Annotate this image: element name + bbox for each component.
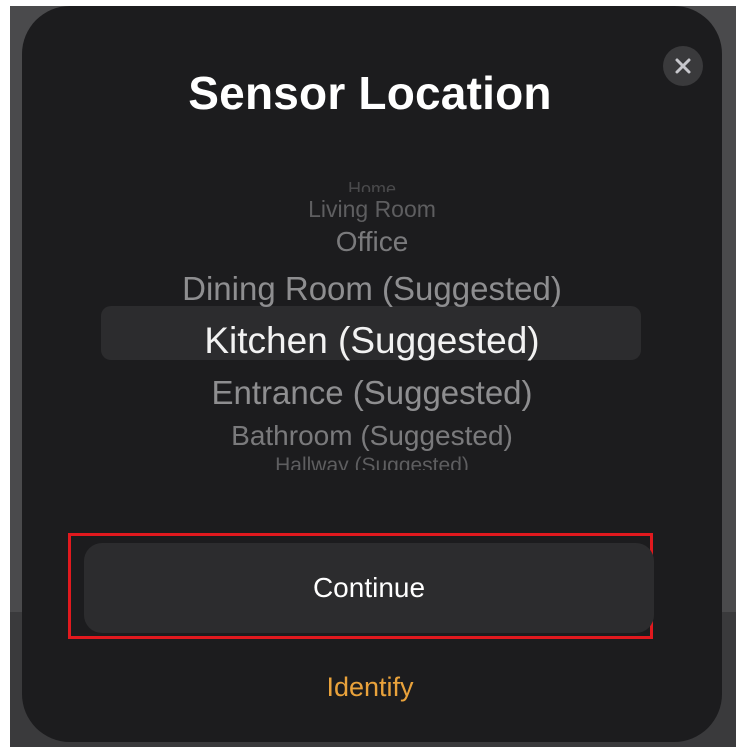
picker-item[interactable]: Office [22,226,722,258]
identify-link[interactable]: Identify [0,672,737,703]
picker-item-selected[interactable]: Kitchen (Suggested) [22,320,722,362]
continue-button[interactable]: Continue [84,543,654,633]
picker-item[interactable]: Living Room [22,196,722,223]
picker-item[interactable]: Bathroom (Suggested) [22,420,722,452]
dialog-title: Sensor Location [188,67,552,119]
room-picker-wheel[interactable]: Home Living Room Office Dining Room (Sug… [22,170,722,480]
picker-item[interactable]: Home [22,178,722,192]
picker-item[interactable]: Entrance (Suggested) [22,374,722,412]
picker-item[interactable]: Dining Room (Suggested) [22,270,722,308]
screen: Sensor Location Home Living Room Office … [0,0,737,747]
picker-item[interactable]: Hallway (Suggested) [22,454,722,470]
